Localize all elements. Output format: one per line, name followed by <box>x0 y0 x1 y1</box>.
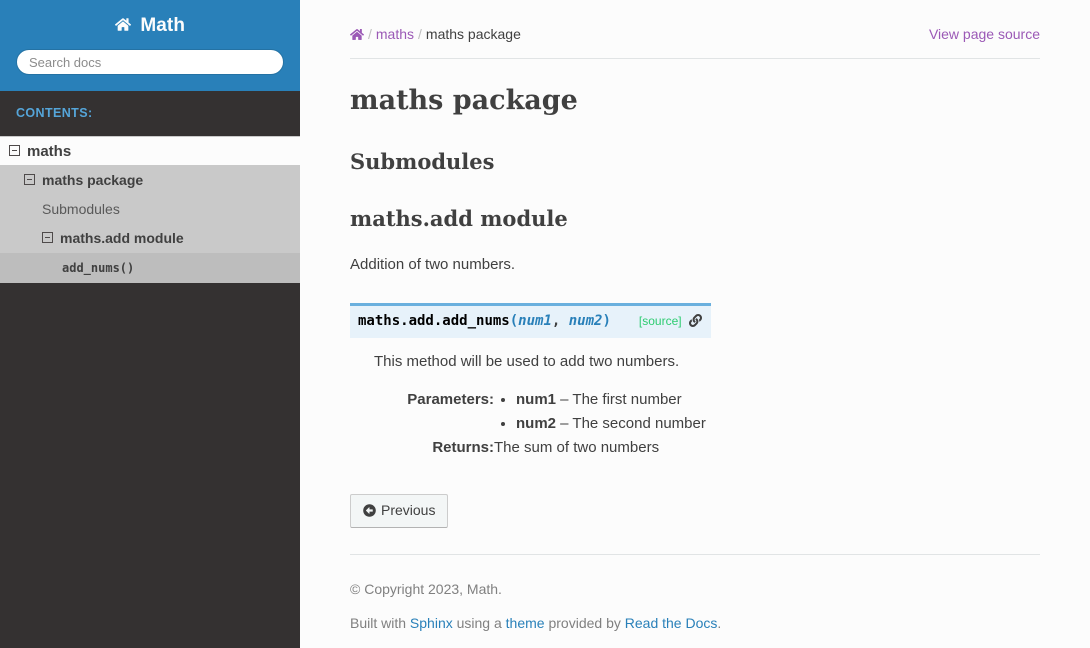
footer-period: . <box>717 614 722 631</box>
parameter-name-num1: num1 <box>516 390 557 408</box>
theme-link[interactable]: theme <box>506 615 545 631</box>
previous-button-label: Previous <box>381 501 436 518</box>
sidebar-item-add-nums-link[interactable]: add_nums() <box>0 253 300 283</box>
sidebar-item-maths-add-module-label: maths.add module <box>60 230 184 246</box>
signature-param-separator: , <box>551 312 569 329</box>
collapse-toggle-icon[interactable] <box>9 145 20 156</box>
function-signature: maths.add.add_nums(num1, num2) [source] <box>350 302 711 338</box>
sidebar-brand-link[interactable]: Math <box>16 10 284 49</box>
search-input[interactable] <box>16 49 284 75</box>
parameter-desc-num1: The first number <box>572 390 682 408</box>
breadcrumb: / maths / maths package View page source <box>349 0 1040 59</box>
heading-submodules: Submodules <box>350 149 495 175</box>
content-area: / maths / maths package View page source ma… <box>300 0 1090 648</box>
sidebar-item-maths-label: maths <box>27 143 72 160</box>
function-doc-block: maths.add.add_nums(num1, num2) [source] T… <box>350 302 1040 460</box>
sidebar-search-area: Math <box>0 0 300 91</box>
previous-button[interactable]: Previous <box>350 493 449 528</box>
sidebar-contents-caption: CONTENTS: <box>0 91 300 136</box>
sidebar: Math CONTENTS: maths maths package <box>0 0 300 648</box>
sidebar-item-maths-package[interactable]: maths package <box>0 166 300 195</box>
breadcrumb-item-current: maths package <box>425 26 521 42</box>
field-label-returns: Returns: <box>432 438 494 456</box>
field-value-parameters: num1 – The first number num2 – The secon… <box>494 388 706 436</box>
parameter-name-num2: num2 <box>516 414 557 432</box>
link-icon[interactable] <box>688 313 702 332</box>
sidebar-item-add-nums-label: add_nums() <box>62 261 135 275</box>
list-item: num1 – The first number <box>516 388 706 412</box>
content-inner: / maths / maths package View page source ma… <box>300 0 1090 635</box>
sidebar-item-submodules-link[interactable]: Submodules <box>0 195 300 224</box>
footer-divider <box>350 553 1040 555</box>
page-title: maths package <box>350 85 578 116</box>
breadcrumb-item-maths[interactable]: maths <box>376 26 414 42</box>
signature-name: add_nums <box>442 312 510 329</box>
function-description: This method will be used to add two numb… <box>374 352 680 370</box>
breadcrumb-separator: / <box>418 26 422 42</box>
sidebar-item-add-nums[interactable]: add_nums() <box>0 253 300 283</box>
breadcrumb-item-maths-link[interactable]: maths <box>376 26 414 42</box>
sidebar-item-submodules-label: Submodules <box>42 201 120 217</box>
page-root: Math CONTENTS: maths maths package <box>0 0 1090 648</box>
signature-prename: maths.add. <box>358 312 443 329</box>
using-a-text: using a <box>452 614 506 631</box>
sidebar-subtree-maths: maths package Submodules maths.add modul… <box>0 166 300 283</box>
collapse-toggle-icon[interactable] <box>24 174 35 185</box>
copyright-text: © Copyright 2023, Math. <box>350 580 502 597</box>
field-row-parameters: Parameters: num1 – The first number num2… <box>374 388 706 436</box>
function-field-list: Parameters: num1 – The first number num2… <box>374 388 706 460</box>
signature-close-paren: ) <box>602 312 611 329</box>
sidebar-item-maths-package-label: maths package <box>42 172 144 188</box>
parameter-list: num1 – The first number num2 – The secon… <box>494 388 706 436</box>
built-with-text: Built with Sphinx using a theme provided… <box>350 611 1040 635</box>
home-icon <box>349 26 365 46</box>
footer-nav-buttons: Previous <box>350 493 1040 528</box>
sidebar-item-submodules[interactable]: Submodules <box>0 195 300 224</box>
breadcrumb-home[interactable] <box>349 26 365 42</box>
sidebar-item-maths-link[interactable]: maths <box>0 136 300 166</box>
home-icon <box>114 13 131 41</box>
sidebar-item-maths-add-module[interactable]: maths.add module <box>0 224 300 253</box>
page-footer: © Copyright 2023, Math. Built with Sphin… <box>350 577 1040 635</box>
list-item: num2 – The second number <box>516 412 706 436</box>
source-link[interactable]: [source] <box>639 314 682 328</box>
breadcrumb-home-link[interactable] <box>349 26 365 42</box>
parameter-dash: – <box>556 414 573 432</box>
sidebar-item-maths[interactable]: maths <box>0 136 300 166</box>
parameter-dash: – <box>556 390 573 408</box>
collapse-toggle-icon[interactable] <box>42 232 53 243</box>
breadcrumb-separator: / <box>368 26 372 42</box>
module-intro-text: Addition of two numbers. <box>350 255 516 273</box>
sphinx-link[interactable]: Sphinx <box>410 615 453 631</box>
signature-param-num1: num1 <box>518 312 552 329</box>
parameter-desc-num2: The second number <box>572 414 706 432</box>
provided-by-text: provided by <box>544 614 625 631</box>
circle-arrow-left-icon <box>363 503 376 521</box>
sidebar-nav-tree: maths maths package Submodules maths.add… <box>0 136 300 283</box>
sidebar-item-maths-add-module-link[interactable]: maths.add module <box>0 224 300 253</box>
heading-maths-add-module: maths.add module <box>350 206 568 232</box>
field-label-parameters: Parameters: <box>407 390 494 408</box>
field-value-returns: The sum of two numbers <box>494 438 660 456</box>
signature-param-num2: num2 <box>568 312 603 329</box>
view-page-source-link[interactable]: View page source <box>929 24 1040 44</box>
sidebar-item-maths-package-link[interactable]: maths package <box>0 166 300 195</box>
field-row-returns: Returns: The sum of two numbers <box>374 436 706 460</box>
sidebar-subtree-list: maths package Submodules maths.add modul… <box>0 166 300 283</box>
function-body: This method will be used to add two numb… <box>350 350 1040 460</box>
sidebar-brand-label: Math <box>140 15 186 36</box>
built-with-prefix: Built with <box>350 614 410 631</box>
signature-open-paren: ( <box>509 312 519 329</box>
search-form <box>16 49 284 75</box>
read-the-docs-link[interactable]: Read the Docs <box>625 615 718 631</box>
